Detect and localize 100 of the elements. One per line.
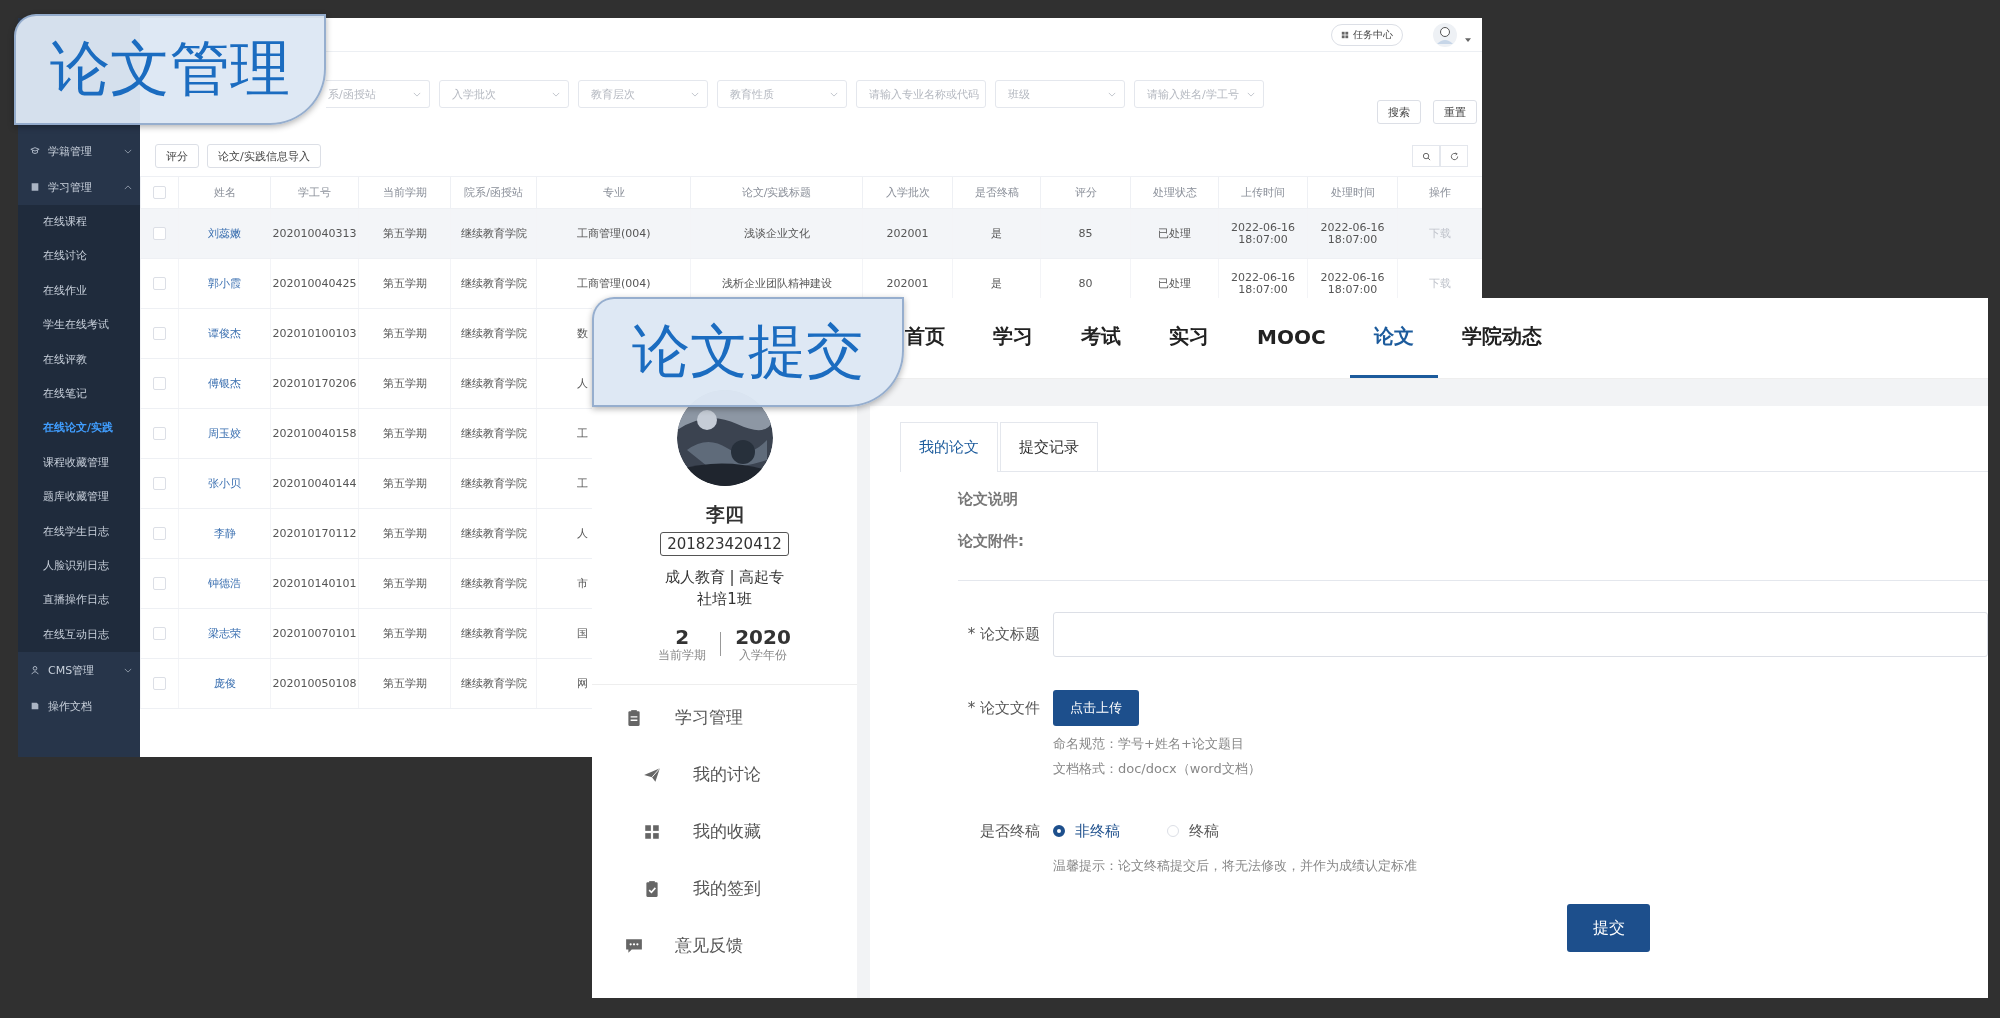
row-checkbox[interactable] bbox=[153, 277, 166, 291]
process-time: 2022-06-16 18:07:00 bbox=[1320, 272, 1385, 296]
menu-item[interactable]: 我的讨论 bbox=[592, 746, 857, 803]
sidebar-subitem[interactable]: 在线学生日志 bbox=[18, 514, 140, 549]
status: 已处理 bbox=[1158, 227, 1191, 240]
search-button[interactable] bbox=[1412, 145, 1440, 167]
row-checkbox[interactable] bbox=[153, 577, 166, 591]
department: 继续教育学院 bbox=[460, 277, 527, 290]
paper-plane-icon bbox=[643, 765, 661, 784]
caret-icon[interactable] bbox=[1465, 37, 1471, 42]
grade-button[interactable]: 评分 bbox=[155, 144, 199, 168]
avatar-icon[interactable] bbox=[1433, 22, 1457, 47]
input-field[interactable] bbox=[1053, 612, 1988, 657]
student-name[interactable]: 张小贝 bbox=[208, 477, 241, 490]
student-name[interactable]: 钟德浩 bbox=[208, 577, 241, 590]
student-name: 李四 bbox=[705, 502, 744, 526]
sidebar-subitem[interactable]: 学生在线考试 bbox=[18, 308, 140, 343]
row-checkbox[interactable] bbox=[153, 527, 166, 541]
sidebar-subitem[interactable]: 在线作业 bbox=[18, 273, 140, 309]
row-checkbox[interactable] bbox=[153, 477, 166, 491]
student-name[interactable]: 郭小霞 bbox=[208, 277, 241, 290]
column-header: 专业 bbox=[536, 176, 691, 209]
student-id: 202010050108 bbox=[272, 677, 357, 690]
sidebar-subitem[interactable]: 在线笔记 bbox=[18, 376, 140, 412]
department: 继续教育学院 bbox=[460, 427, 527, 440]
import-button[interactable]: 论文/实践信息导入 bbox=[207, 144, 321, 168]
search-button[interactable]: 搜索 bbox=[1377, 100, 1421, 124]
hint-text: 命名规范：学号+姓名+论文题目 bbox=[1053, 735, 1244, 753]
student-name[interactable]: 梁志荣 bbox=[208, 627, 241, 640]
menu-item[interactable]: 意见反馈 bbox=[592, 917, 857, 974]
row-checkbox[interactable] bbox=[153, 377, 166, 391]
sidebar-item[interactable]: CMS管理 bbox=[18, 652, 140, 689]
sidebar-subitem[interactable]: 课程收藏管理 bbox=[18, 445, 140, 481]
row-checkbox[interactable] bbox=[153, 427, 166, 441]
department: 继续教育学院 bbox=[460, 227, 527, 240]
column-header: 是否终稿 bbox=[952, 176, 1041, 209]
student-id: 202010170206 bbox=[272, 377, 357, 390]
sidebar-subitem[interactable]: 在线论文/实践 bbox=[18, 411, 140, 446]
student-id: 202010040144 bbox=[272, 477, 357, 490]
department: 继续教育学院 bbox=[460, 377, 527, 390]
student-name[interactable]: 李静 bbox=[213, 527, 236, 540]
row-checkbox[interactable] bbox=[153, 677, 166, 691]
row-checkbox[interactable] bbox=[153, 627, 166, 641]
menu-item[interactable]: 学习管理 bbox=[592, 689, 857, 746]
select-all-checkbox[interactable] bbox=[153, 186, 166, 200]
sidebar-subitem[interactable]: 在线课程 bbox=[18, 205, 140, 240]
chevron-icon bbox=[1108, 91, 1116, 97]
student-id: 202010070101 bbox=[272, 627, 357, 640]
student-name[interactable]: 傅银杰 bbox=[208, 377, 241, 390]
sidebar-item[interactable]: 学籍管理 bbox=[18, 133, 140, 169]
row-checkbox[interactable] bbox=[153, 227, 166, 241]
major: 工 bbox=[577, 477, 588, 490]
clipboard-icon bbox=[625, 708, 643, 727]
term: 第五学期 bbox=[382, 327, 427, 340]
class-text: 社培1班 bbox=[697, 589, 752, 610]
row-checkbox[interactable] bbox=[153, 327, 166, 341]
upload-time: 2022-06-16 18:07:00 bbox=[1231, 272, 1295, 296]
reset-button[interactable]: 重置 bbox=[1433, 100, 1477, 124]
column-header: 入学批次 bbox=[862, 176, 953, 209]
column-header: 院系/函授站 bbox=[450, 176, 537, 209]
menu-item[interactable]: 我的签到 bbox=[592, 860, 857, 917]
major: 人 bbox=[577, 527, 588, 540]
tab[interactable]: 提交记录 bbox=[1000, 422, 1098, 471]
term: 第五学期 bbox=[382, 427, 427, 440]
term: 第五学期 bbox=[382, 377, 427, 390]
major: 国 bbox=[577, 627, 588, 640]
section-badge: 论文提交 bbox=[592, 297, 904, 407]
term: 第五学期 bbox=[382, 627, 427, 640]
stat-label: 入学年份 bbox=[739, 648, 787, 662]
sidebar-subitem[interactable]: 在线讨论 bbox=[18, 239, 140, 274]
refresh-button[interactable] bbox=[1440, 145, 1468, 167]
search-icon bbox=[1421, 151, 1431, 161]
major: 人 bbox=[577, 377, 588, 390]
menu-item[interactable]: 我的收藏 bbox=[592, 803, 857, 860]
batch: 202001 bbox=[886, 277, 929, 290]
sidebar-subitem[interactable]: 题库收藏管理 bbox=[18, 480, 140, 515]
sidebar-subitem[interactable]: 直播操作日志 bbox=[18, 583, 140, 618]
sidebar-subitem[interactable]: 人脸识别日志 bbox=[18, 548, 140, 584]
student-name[interactable]: 刘蕊嫩 bbox=[208, 227, 241, 240]
batch: 202001 bbox=[886, 227, 929, 240]
student-name[interactable]: 庞俊 bbox=[213, 677, 236, 690]
tab[interactable]: 我的论文 bbox=[900, 422, 998, 472]
column-header: 操作 bbox=[1397, 176, 1482, 209]
student-id: 202010140101 bbox=[272, 577, 357, 590]
refresh-icon bbox=[1449, 151, 1459, 161]
student-name[interactable]: 周玉姣 bbox=[208, 427, 241, 440]
major: 数 bbox=[577, 327, 588, 340]
submit-button[interactable]: 提交 bbox=[1567, 904, 1650, 952]
book-icon bbox=[30, 182, 40, 192]
upload-button[interactable]: 点击上传 bbox=[1053, 690, 1139, 726]
radio-option[interactable]: 非终稿 bbox=[1053, 821, 1120, 841]
sidebar-item[interactable]: 操作文档 bbox=[18, 688, 140, 725]
student-name[interactable]: 谭俊杰 bbox=[208, 327, 241, 340]
chat-icon bbox=[625, 936, 643, 955]
status: 已处理 bbox=[1158, 277, 1191, 290]
sidebar-subitem[interactable]: 在线评教 bbox=[18, 342, 140, 377]
sidebar-subitem[interactable]: 在线互动日志 bbox=[18, 617, 140, 653]
radio-option[interactable]: 终稿 bbox=[1167, 821, 1219, 841]
radio-button[interactable] bbox=[1053, 825, 1065, 837]
sidebar-item[interactable]: 学习管理 bbox=[18, 169, 140, 205]
